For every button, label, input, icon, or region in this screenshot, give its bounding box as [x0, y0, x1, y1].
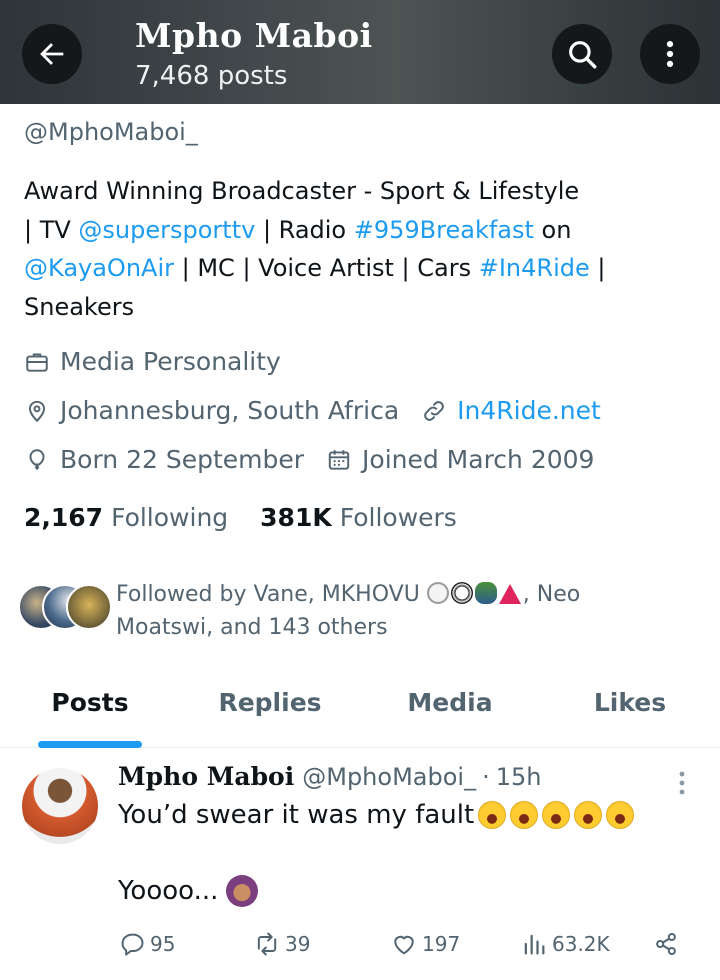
followed-by-section[interactable]: Followed by Vane, MKHOVU , Neo Moatswi, …: [18, 578, 636, 644]
tweet-text: You’d swear it was my fault: [118, 800, 475, 830]
stadium-emoji-icon: [474, 582, 497, 604]
following-label[interactable]: Following: [111, 503, 228, 532]
profile-bio: Award Winning Broadcaster - Sport & Life…: [24, 172, 704, 326]
repost-count: 39: [285, 932, 311, 956]
bio-text: | Radio: [255, 215, 354, 244]
followers-count[interactable]: 381K: [260, 503, 332, 532]
tweet-text-line-2: Yoooo...: [118, 875, 259, 907]
bio-hashtag-959breakfast[interactable]: #959Breakfast: [354, 216, 534, 244]
profile-location-row: Johannesburg, South Africa In4Ride.net: [24, 396, 623, 425]
back-button[interactable]: [22, 24, 82, 84]
tweet-header: Mpho Maboi @MphoMaboi_ · 15h: [118, 762, 541, 791]
laughing-emoji-icon: [542, 801, 571, 829]
share-button[interactable]: [652, 930, 684, 958]
more-vertical-icon: [666, 40, 674, 68]
tweet-text: Yoooo...: [118, 876, 219, 906]
laughing-emoji-icon: [478, 801, 507, 829]
bio-hashtag-in4ride[interactable]: #In4Ride: [479, 254, 590, 282]
balloon-icon: [29, 448, 45, 470]
like-button[interactable]: 197: [390, 930, 460, 958]
search-button[interactable]: [552, 24, 612, 84]
follow-stats: 2,167 Following 381K Followers: [24, 503, 489, 532]
followed-by-part: Followed by Vane, MKHOVU: [116, 582, 427, 607]
follower-avatars: [18, 578, 112, 630]
bio-text: | TV: [24, 215, 79, 244]
active-tab-indicator: [38, 741, 142, 748]
tweet-author-name[interactable]: Mpho Maboi: [118, 762, 294, 791]
tweet-actions: 95 39 197 63.2K: [118, 930, 698, 964]
more-options-button[interactable]: [640, 24, 700, 84]
profile-handle: @MphoMaboi_: [24, 118, 198, 146]
tweet-more-icon[interactable]: [672, 768, 692, 798]
profile-birthday: Born 22 September: [60, 445, 305, 474]
tab-posts[interactable]: Posts: [0, 680, 180, 747]
laughing-emoji-icon: [574, 801, 603, 829]
header-title-block: Mpho Maboi 7,468 posts: [135, 14, 373, 94]
tweet-text-line-1: You’d swear it was my fault: [118, 800, 635, 830]
laughing-emoji-icon: [510, 801, 539, 829]
followed-by-text: Followed by Vane, MKHOVU , Neo Moatswi, …: [116, 578, 636, 644]
views-button[interactable]: 63.2K: [520, 930, 610, 958]
followed-by-part: Moatswi, and 143 others: [116, 615, 388, 640]
header-post-count: 7,468 posts: [135, 61, 288, 91]
tab-likes[interactable]: Likes: [540, 680, 720, 747]
tweet-author-handle[interactable]: @MphoMaboi_: [302, 763, 476, 791]
profile-joined: Joined March 2009: [362, 445, 595, 474]
profile-tabs: Posts Replies Media Likes: [0, 680, 720, 748]
search-icon: [569, 41, 597, 69]
profile-website-link[interactable]: In4Ride.net: [457, 396, 601, 425]
bio-link-supersporttv[interactable]: @supersporttv: [78, 216, 255, 244]
views-icon: [524, 934, 545, 955]
tweet-author-avatar[interactable]: [22, 768, 98, 844]
link-icon: [424, 400, 444, 421]
reply-button[interactable]: 95: [118, 930, 175, 958]
soccer-ball-emoji-icon: [450, 582, 473, 604]
profile-category: Media Personality: [60, 347, 281, 376]
profile-dates-row: Born 22 September Joined March 2009: [24, 445, 616, 474]
profile-category-row: Media Personality: [24, 347, 303, 376]
bio-line-2: | TV @supersporttv | Radio #959Breakfast…: [24, 211, 704, 250]
reply-count: 95: [150, 932, 176, 956]
tab-replies[interactable]: Replies: [180, 680, 360, 747]
following-count[interactable]: 2,167: [24, 503, 103, 532]
header-title: Mpho Maboi: [135, 16, 373, 55]
bio-line-4: Sneakers: [24, 292, 135, 321]
calendar-icon: [328, 449, 350, 470]
like-count: 197: [422, 932, 461, 956]
profile-location: Johannesburg, South Africa: [60, 396, 400, 425]
tab-media[interactable]: Media: [360, 680, 540, 747]
skull-emoji-icon: [426, 582, 449, 604]
red-triangle-emoji-icon: [498, 584, 521, 604]
followed-by-part: , Neo: [522, 582, 581, 607]
avatar: [66, 584, 112, 630]
repost-icon: [257, 932, 277, 956]
briefcase-icon: [26, 352, 48, 372]
bio-line-3: @KayaOnAir | MC | Voice Artist | Cars #I…: [24, 249, 704, 288]
bio-text: | MC | Voice Artist | Cars: [174, 254, 479, 282]
reply-icon: [121, 933, 144, 956]
share-icon: [656, 932, 676, 956]
bio-text: |: [589, 254, 606, 282]
like-icon: [394, 935, 414, 955]
back-arrow-icon: [40, 43, 64, 65]
view-count: 63.2K: [552, 932, 610, 956]
tweet-separator: ·: [482, 763, 490, 791]
profile-header-banner: Mpho Maboi 7,468 posts: [0, 0, 720, 104]
bio-line-1: Award Winning Broadcaster - Sport & Life…: [24, 177, 580, 205]
face-palm-emoji-icon: [226, 875, 259, 907]
laughing-emoji-icon: [606, 801, 635, 829]
bio-text: on: [533, 215, 572, 244]
location-pin-icon: [28, 400, 46, 422]
repost-button[interactable]: 39: [253, 930, 310, 958]
bio-link-kayaonair[interactable]: @KayaOnAir: [24, 254, 174, 282]
followers-label[interactable]: Followers: [340, 503, 457, 532]
tweet-timestamp[interactable]: 15h: [496, 763, 542, 791]
